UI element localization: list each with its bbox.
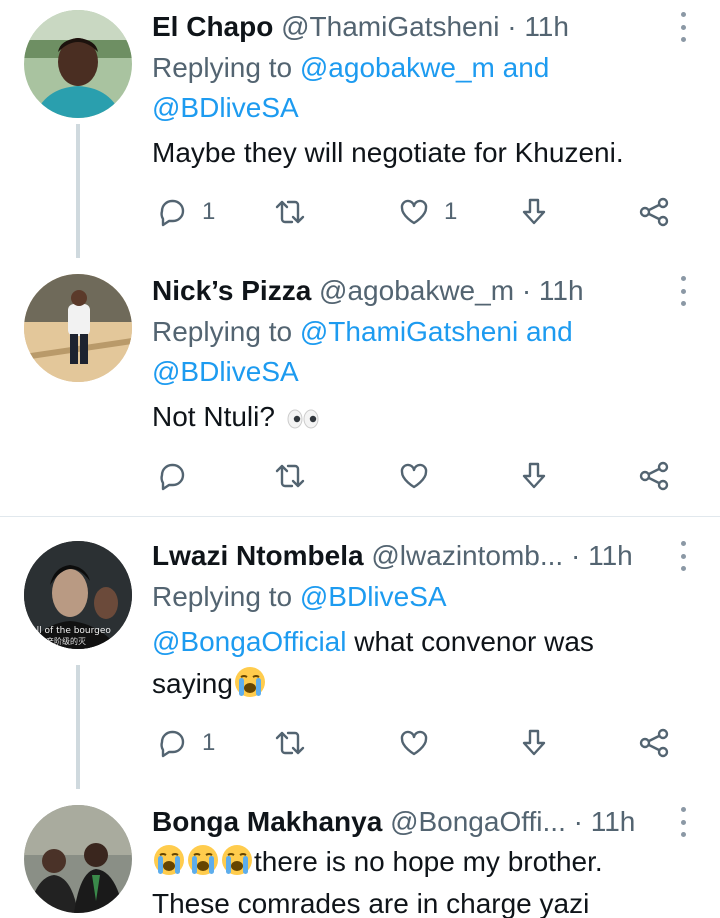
tweet-text: there is no hope my brother. These comra… — [152, 841, 680, 918]
share-icon — [639, 461, 669, 491]
replying-to: Replying to @BDliveSA — [152, 577, 680, 617]
tweet-3[interactable]: fall of the bourgeo 资产阶级的灭 Lwazi Ntombel… — [0, 517, 720, 789]
tweet-text-content: what convenor was — [346, 626, 594, 657]
more-options-icon[interactable] — [678, 807, 688, 837]
download-arrow-icon — [522, 462, 546, 489]
separator-dot: · — [521, 275, 532, 306]
more-options-icon[interactable] — [678, 541, 688, 571]
more-options-icon[interactable] — [678, 12, 688, 42]
thread-line — [76, 665, 80, 789]
tweet-actions — [152, 454, 682, 498]
eyes-emoji-icon — [287, 409, 319, 429]
reply-button[interactable]: 1 — [156, 721, 215, 765]
mention-link[interactable]: @BongaOfficial — [152, 626, 346, 657]
timestamp[interactable]: 11h — [591, 806, 636, 837]
avatar[interactable] — [24, 10, 132, 118]
tweet-text-content: there is no hope my brother. — [254, 846, 603, 877]
retweet-icon — [275, 200, 305, 224]
tweet-header: El Chapo @ThamiGatsheni · 11h — [152, 10, 680, 44]
share-icon — [639, 728, 669, 758]
retweet-button[interactable] — [274, 721, 306, 765]
replying-to-users[interactable]: @BDliveSA — [300, 581, 447, 612]
retweet-button[interactable] — [274, 454, 306, 498]
separator-dot: · — [507, 11, 517, 42]
replying-to-label: Replying to — [152, 52, 293, 83]
replying-to-label: Replying to — [152, 316, 293, 347]
avatar[interactable] — [24, 805, 132, 913]
reply-icon — [160, 199, 185, 227]
separator-dot: · — [573, 806, 583, 837]
reply-button[interactable]: 1 — [156, 190, 215, 234]
loudly-crying-face-icon — [154, 845, 184, 875]
share-button[interactable] — [638, 721, 670, 765]
loudly-crying-face-icon — [234, 667, 265, 697]
reply-count: 1 — [202, 729, 216, 756]
tweet-text: Maybe they will negotiate for Khuzeni. — [152, 137, 624, 168]
tweet-text-content: Not Ntuli? — [152, 401, 275, 432]
username[interactable]: @lwazintomb... — [371, 540, 563, 571]
like-button[interactable] — [398, 454, 430, 498]
replying-to-users[interactable]: @BDliveSA — [152, 356, 299, 387]
save-button[interactable] — [518, 190, 550, 234]
tweet-4[interactable]: Bonga Makhanya @BongaOffi... · 11h there… — [0, 789, 720, 918]
avatar-caption: fall of the bourgeo — [28, 626, 111, 636]
replying-to-users[interactable]: @agobakwe_m and — [300, 52, 549, 83]
timestamp[interactable]: 11h — [524, 11, 569, 42]
thread-line — [76, 124, 80, 258]
tweet-header: Lwazi Ntombela @lwazintomb... · 11h — [152, 539, 680, 573]
more-options-icon[interactable] — [678, 276, 688, 306]
reply-icon — [160, 730, 185, 758]
replying-to-label: Replying to — [152, 581, 293, 612]
avatar-caption-sub: 资产阶级的灭 — [38, 636, 86, 646]
download-arrow-icon — [522, 198, 546, 225]
like-button[interactable]: 1 — [398, 190, 457, 234]
tweet-2[interactable]: Nick’s Pizza @agobakwe_m · 11h Replying … — [0, 258, 720, 516]
tweet-text: @BongaOfficial what convenor was saying — [152, 621, 680, 705]
loudly-crying-face-icon — [222, 845, 252, 875]
display-name[interactable]: El Chapo — [152, 11, 273, 42]
share-icon — [639, 197, 669, 227]
retweet-icon — [275, 464, 305, 488]
share-button[interactable] — [638, 454, 670, 498]
download-arrow-icon — [522, 729, 546, 756]
like-count: 1 — [444, 198, 458, 225]
save-button[interactable] — [518, 454, 550, 498]
display-name[interactable]: Bonga Makhanya — [152, 806, 382, 837]
replying-to-users[interactable]: @BDliveSA — [152, 92, 299, 123]
separator-dot: · — [570, 540, 581, 571]
tweet-text: Not Ntuli? — [152, 396, 680, 438]
loudly-crying-face-icon — [188, 845, 218, 875]
tweet-text-content: saying — [152, 668, 233, 699]
tweet-1[interactable]: El Chapo @ThamiGatsheni · 11h Replying t… — [0, 0, 720, 258]
replying-to: Replying to @ThamiGatsheni and @BDliveSA — [152, 312, 680, 392]
timestamp[interactable]: 11h — [588, 540, 633, 571]
retweet-button[interactable] — [274, 190, 306, 234]
replying-to-users[interactable]: @ThamiGatsheni and — [300, 316, 573, 347]
reply-count: 1 — [202, 198, 216, 225]
replying-to: Replying to @agobakwe_m and @BDliveSA — [152, 48, 680, 128]
display-name[interactable]: Nick’s Pizza — [152, 275, 311, 306]
username[interactable]: @BongaOffi... — [390, 806, 566, 837]
tweet-actions: 1 — [152, 721, 682, 765]
tweet-header: Nick’s Pizza @agobakwe_m · 11h — [152, 274, 680, 308]
username[interactable]: @agobakwe_m — [319, 275, 514, 306]
reply-button[interactable] — [156, 454, 202, 498]
avatar[interactable]: fall of the bourgeo 资产阶级的灭 — [24, 541, 132, 649]
heart-icon — [400, 463, 428, 489]
heart-icon — [400, 730, 428, 756]
save-button[interactable] — [518, 721, 550, 765]
tweet-header: Bonga Makhanya @BongaOffi... · 11h — [152, 805, 680, 839]
tweet-actions: 1 1 — [152, 190, 682, 234]
username[interactable]: @ThamiGatsheni — [281, 11, 499, 42]
like-button[interactable] — [398, 721, 430, 765]
reply-icon — [160, 463, 185, 491]
avatar[interactable] — [24, 274, 132, 382]
share-button[interactable] — [638, 190, 670, 234]
retweet-icon — [275, 731, 305, 755]
display-name[interactable]: Lwazi Ntombela — [152, 540, 364, 571]
heart-icon — [400, 199, 428, 225]
tweet-text-content: These comrades are in charge yazi — [152, 888, 590, 918]
timestamp[interactable]: 11h — [539, 275, 584, 306]
